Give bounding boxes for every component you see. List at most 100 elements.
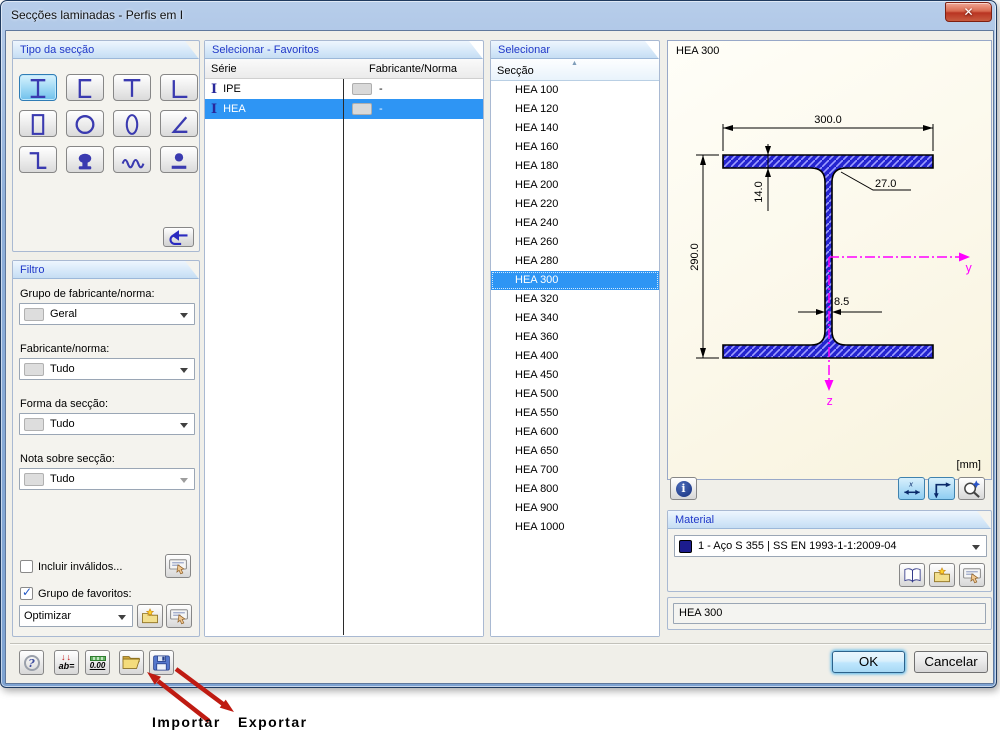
dimensions-toggle-button[interactable]: x	[898, 477, 925, 500]
import-button[interactable]	[119, 650, 144, 675]
type-rect-hollow-button[interactable]	[19, 110, 57, 137]
section-name-field[interactable]: HEA 300	[673, 603, 986, 624]
section-list-item[interactable]: HEA 280	[491, 252, 659, 271]
section-list-item[interactable]: HEA 100	[491, 81, 659, 100]
section-list-item[interactable]: HEA 120	[491, 100, 659, 119]
x-dimension-icon: x	[903, 480, 920, 495]
type-round-hollow-button[interactable]	[66, 110, 104, 137]
export-annotation-label: Exportar	[238, 714, 308, 730]
serie-cell: HEA	[223, 103, 246, 115]
color-swatch	[24, 362, 44, 376]
section-list-item[interactable]: HEA 300	[491, 271, 659, 290]
material-select[interactable]: 1 - Aço S 355 | SS EN 1993-1-1:2009-04	[674, 535, 987, 557]
section-list-item[interactable]: HEA 800	[491, 480, 659, 499]
svg-text:300.0: 300.0	[814, 114, 842, 126]
section-list-item[interactable]: HEA 900	[491, 499, 659, 518]
undo-filter-button[interactable]	[163, 227, 194, 247]
favorites-header: Série Fabricante/Norma	[205, 59, 483, 79]
favorites-group-checkbox[interactable]: Grupo de favoritos:	[20, 585, 132, 600]
section-list: HEA 100 HEA 120 HEA 140 HEA 160 HEA 180 HEA 2…	[491, 81, 659, 636]
column-norma[interactable]: Fabricante/Norma	[343, 63, 483, 75]
manufacturer-group-select[interactable]: Geral	[19, 303, 195, 325]
return-arrow-icon	[168, 229, 187, 245]
edit-favorites-group-button[interactable]	[166, 604, 192, 628]
type-u-channel-button[interactable]	[66, 74, 104, 101]
import-annotation-label: Importar	[152, 714, 221, 730]
info-button[interactable]: i	[670, 477, 697, 500]
filter-caption: Filtro	[13, 261, 199, 279]
section-list-item[interactable]: HEA 200	[491, 176, 659, 195]
section-list-item[interactable]: HEA 500	[491, 385, 659, 404]
type-rail-button[interactable]	[66, 146, 104, 173]
titlebar[interactable]: Secções laminadas - Perfis em I ✕	[1, 1, 996, 30]
note-select: Tudo	[19, 468, 195, 490]
sections-group-panel: Selecionar ▲ Secção HEA 100 HEA 120 HEA 14…	[490, 40, 660, 637]
material-group: Material 1 - Aço S 355 | SS EN 1993-1-1:…	[667, 510, 992, 592]
axes-toggle-button[interactable]	[928, 477, 955, 500]
material-library-button[interactable]	[899, 563, 925, 587]
type-oval-button[interactable]	[113, 110, 151, 137]
close-button[interactable]: ✕	[945, 2, 992, 22]
units-settings-button[interactable]: 0.00	[85, 650, 110, 675]
column-serie[interactable]: Série	[211, 63, 237, 75]
favorites-body: I IPE - I HEA -	[205, 79, 483, 636]
hand-edit-icon	[963, 567, 981, 583]
column-seccao: Secção	[497, 65, 534, 77]
type-t-section-button[interactable]	[113, 74, 151, 101]
section-list-item[interactable]: HEA 140	[491, 119, 659, 138]
type-round-bar-button[interactable]	[160, 146, 198, 173]
type-corrugated-button[interactable]	[113, 146, 151, 173]
dialog-title: Secções laminadas - Perfis em I	[11, 8, 184, 22]
include-invalid-checkbox[interactable]: Incluir inválidos...	[20, 560, 122, 573]
axes	[828, 256, 960, 381]
edit-invalid-button[interactable]	[165, 554, 191, 578]
type-i-section-button[interactable]	[19, 74, 57, 101]
color-swatch	[24, 307, 44, 321]
column-divider	[343, 79, 344, 635]
section-list-item[interactable]: HEA 240	[491, 214, 659, 233]
cancel-button[interactable]: Cancelar	[914, 651, 988, 673]
new-material-button[interactable]	[929, 563, 955, 587]
axes-arrows-icon	[933, 482, 951, 498]
section-list-item[interactable]: HEA 700	[491, 461, 659, 480]
section-list-item[interactable]: HEA 160	[491, 138, 659, 157]
section-list-item[interactable]: HEA 650	[491, 442, 659, 461]
type-l-angle-button[interactable]	[160, 74, 198, 101]
section-list-item[interactable]: HEA 180	[491, 157, 659, 176]
edit-material-button[interactable]	[959, 563, 985, 587]
book-icon	[903, 567, 921, 583]
nomenclature-button[interactable]: ↓↓ ab=	[54, 650, 79, 675]
checkbox-checked[interactable]	[20, 585, 33, 600]
favorites-group-select[interactable]: Optimizar	[19, 605, 133, 627]
favorites-row[interactable]: I IPE -	[205, 79, 483, 99]
shape-select[interactable]: Tudo	[19, 413, 195, 435]
sections-column-header[interactable]: ▲ Secção	[491, 59, 659, 81]
new-favorites-group-button[interactable]	[137, 604, 163, 628]
section-list-item[interactable]: HEA 1000	[491, 518, 659, 537]
hand-edit-icon	[169, 558, 187, 574]
section-list-item[interactable]: HEA 220	[491, 195, 659, 214]
section-list-item[interactable]: HEA 360	[491, 328, 659, 347]
svg-text:27.0: 27.0	[875, 178, 896, 190]
favorites-group-panel: Selecionar - Favoritos Série Fabricante/…	[204, 40, 484, 637]
checkbox-unchecked[interactable]	[20, 560, 33, 573]
section-preview-drawing: 300.0 290.0 14.0 27.0 8.5 y z	[689, 114, 972, 408]
shape-label: Forma da secção:	[20, 398, 109, 410]
section-list-item[interactable]: HEA 260	[491, 233, 659, 252]
section-list-item[interactable]: HEA 320	[491, 290, 659, 309]
section-list-item[interactable]: HEA 400	[491, 347, 659, 366]
help-icon: ?	[23, 654, 40, 671]
section-list-item[interactable]: HEA 550	[491, 404, 659, 423]
help-button[interactable]: ?	[19, 650, 44, 675]
manufacturer-select[interactable]: Tudo	[19, 358, 195, 380]
zoom-detail-button[interactable]	[958, 477, 985, 500]
section-list-item[interactable]: HEA 340	[491, 309, 659, 328]
section-list-item[interactable]: HEA 600	[491, 423, 659, 442]
ok-button[interactable]: OK	[832, 651, 905, 673]
favorites-row[interactable]: I HEA -	[205, 99, 483, 119]
section-list-item[interactable]: HEA 450	[491, 366, 659, 385]
i-section-icon: I	[211, 101, 218, 117]
type-acute-angle-button[interactable]	[160, 110, 198, 137]
export-button[interactable]	[149, 650, 174, 675]
type-z-section-button[interactable]	[19, 146, 57, 173]
